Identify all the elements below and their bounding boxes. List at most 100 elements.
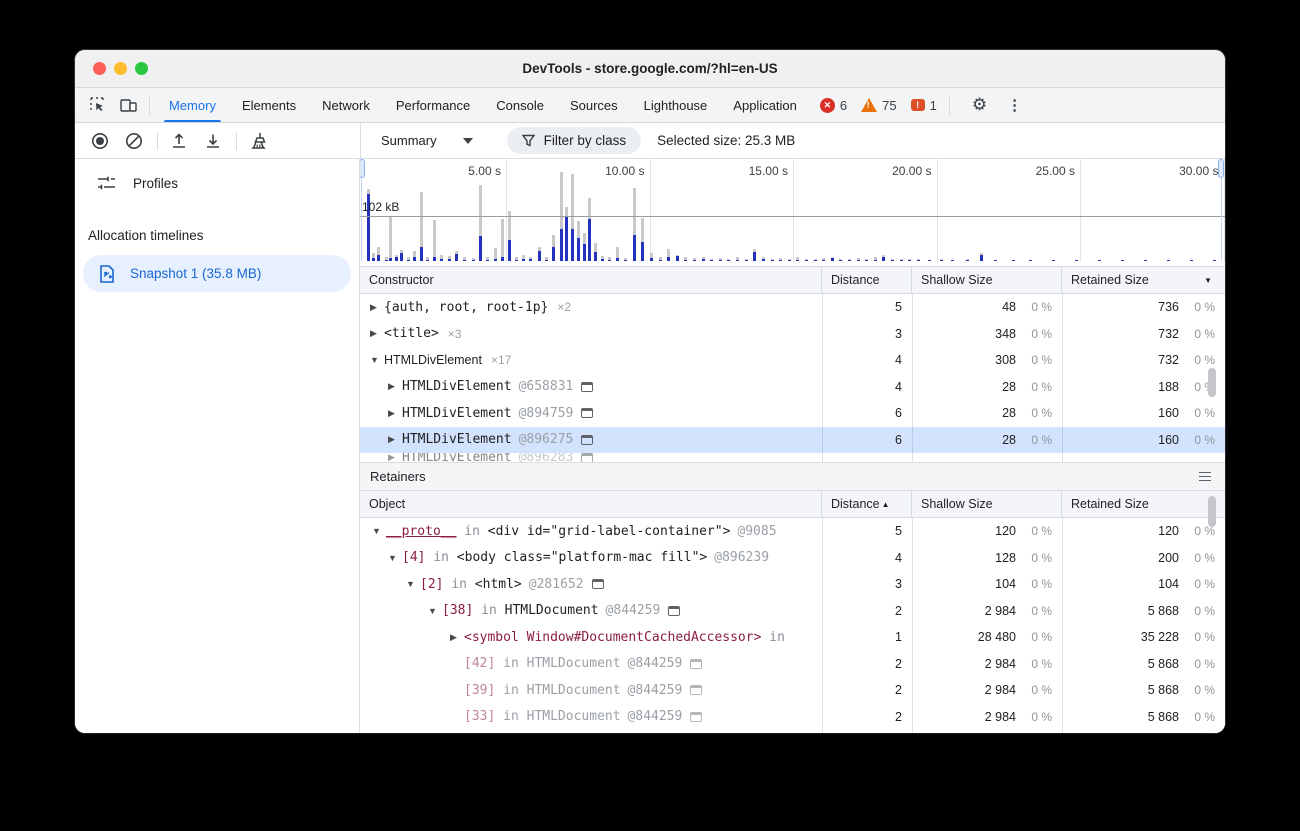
column-header-shallow-size[interactable]: Shallow Size: [912, 267, 1062, 293]
live-bar: [571, 229, 574, 261]
collapse-icon[interactable]: ▼: [370, 355, 384, 365]
retainers-menu-icon[interactable]: [1195, 468, 1215, 486]
live-bar: [552, 247, 555, 261]
constructor-scrollbar-thumb[interactable]: [1208, 368, 1216, 397]
constructor-grid-body: ▶ {auth, root, root-1p} ×2 5 480 % 7360 …: [360, 294, 1225, 462]
live-bar: [796, 260, 799, 261]
live-bar: [420, 247, 423, 261]
device-toolbar-icon[interactable]: [113, 88, 143, 122]
column-header-constructor[interactable]: Constructor: [360, 267, 822, 293]
tab-sources[interactable]: Sources: [557, 88, 631, 122]
selection-left-handle[interactable]: [360, 159, 365, 178]
expand-icon[interactable]: ▶: [388, 434, 402, 445]
instance-row-selected[interactable]: ▶ HTMLDivElement @896275 6 280 % 1600 %: [360, 427, 1225, 454]
retainers-grid-header: Object Distance▲ Shallow Size Retained S…: [360, 491, 1225, 518]
live-bar: [857, 260, 860, 261]
tab-memory[interactable]: Memory: [156, 88, 229, 122]
column-header-distance[interactable]: Distance: [822, 267, 912, 293]
record-heap-icon[interactable]: [87, 128, 113, 154]
error-count: 6: [840, 98, 847, 113]
expand-icon[interactable]: ▶: [388, 381, 402, 392]
constructor-row[interactable]: ▶ {auth, root, root-1p} ×2 5 480 % 7360 …: [360, 294, 1225, 321]
save-profile-icon[interactable]: [200, 128, 226, 154]
clear-profiles-icon[interactable]: [121, 128, 147, 154]
tab-performance[interactable]: Performance: [383, 88, 483, 122]
constructor-row-expanded[interactable]: ▼ HTMLDivElement ×17 4 3080 % 7320 %: [360, 347, 1225, 374]
retainer-row[interactable]: ▼ __proto__ in <div id="grid-label-conta…: [360, 518, 1225, 545]
tab-network[interactable]: Network: [309, 88, 383, 122]
column-header-distance[interactable]: Distance▲: [822, 491, 912, 517]
close-window-button[interactable]: [93, 62, 106, 75]
live-bar: [762, 259, 765, 261]
tab-lighthouse[interactable]: Lighthouse: [631, 88, 721, 122]
reveal-in-elements-icon[interactable]: [690, 685, 702, 695]
column-header-retained-size[interactable]: Retained Size: [1062, 491, 1225, 517]
settings-gear-icon[interactable]: ⚙: [962, 95, 997, 115]
tab-application[interactable]: Application: [720, 88, 810, 122]
live-bar: [994, 260, 997, 261]
live-bar: [702, 259, 705, 261]
retainer-row-dimmed[interactable]: [33] in HTMLDocument@844259 2 2 9840 % 5…: [360, 704, 1225, 731]
expand-icon[interactable]: ▶: [370, 302, 384, 313]
reveal-in-elements-icon[interactable]: [581, 382, 593, 392]
expand-icon[interactable]: ▶: [388, 408, 402, 419]
load-profile-icon[interactable]: [166, 128, 192, 154]
snapshot-item[interactable]: Snapshot 1 (35.8 MB): [83, 255, 351, 292]
constructor-row[interactable]: ▶ <title> ×3 3 3480 % 7320 %: [360, 321, 1225, 348]
instance-row-clipped[interactable]: ▶ HTMLDivElement @896283: [360, 453, 1225, 462]
collapse-icon[interactable]: ▼: [372, 526, 386, 536]
live-bar: [771, 260, 774, 261]
collapse-icon[interactable]: ▼: [428, 606, 442, 616]
warnings-badge[interactable]: 75: [861, 98, 896, 113]
collapse-icon[interactable]: ▼: [388, 553, 402, 563]
live-bar: [372, 258, 375, 261]
instance-row[interactable]: ▶ HTMLDivElement @894759 6 280 % 1600 %: [360, 400, 1225, 427]
tab-console[interactable]: Console: [483, 88, 557, 122]
column-header-shallow-size[interactable]: Shallow Size: [912, 491, 1062, 517]
live-bar: [882, 257, 885, 262]
minimize-window-button[interactable]: [114, 62, 127, 75]
retainer-row[interactable]: ▼ [2] in <html>@281652 3 1040 % 1040 %: [360, 571, 1225, 598]
reveal-in-elements-icon[interactable]: [690, 659, 702, 669]
tab-elements[interactable]: Elements: [229, 88, 309, 122]
reveal-in-elements-icon[interactable]: [690, 712, 702, 722]
issues-badge[interactable]: ! 1: [911, 98, 937, 113]
live-bar: [385, 260, 388, 261]
live-bar: [667, 257, 670, 262]
profiles-header[interactable]: Profiles: [75, 159, 359, 192]
column-header-object[interactable]: Object: [360, 491, 822, 517]
live-bar: [389, 258, 392, 261]
retainer-row-dimmed[interactable]: [39] in HTMLDocument@844259 2 2 9840 % 5…: [360, 677, 1225, 704]
class-filter-input[interactable]: Filter by class: [507, 127, 642, 154]
expand-icon[interactable]: ▶: [450, 632, 464, 643]
live-bar: [633, 235, 636, 261]
reveal-in-elements-icon[interactable]: [592, 579, 604, 589]
live-bar: [407, 260, 410, 261]
allocation-timeline-chart[interactable]: 5.00 s10.00 s15.00 s20.00 s25.00 s30.00 …: [360, 159, 1225, 267]
profiles-label: Profiles: [133, 176, 178, 191]
live-bar: [400, 253, 403, 261]
retainer-row[interactable]: ▶ <symbol Window#DocumentCachedAccessor>…: [360, 624, 1225, 651]
reveal-in-elements-icon[interactable]: [581, 435, 593, 445]
warning-count: 75: [882, 98, 896, 113]
errors-badge[interactable]: ✕ 6: [820, 98, 847, 113]
retainer-row[interactable]: ▼ [4] in <body class="platform-mac fill"…: [360, 545, 1225, 572]
reveal-in-elements-icon[interactable]: [581, 408, 593, 418]
column-header-retained-size[interactable]: Retained Size ▼: [1062, 267, 1225, 293]
retainer-row[interactable]: ▼ [38] in HTMLDocument@844259 2 2 9840 %…: [360, 598, 1225, 625]
collapse-icon[interactable]: ▼: [406, 579, 420, 589]
inspect-element-icon[interactable]: [83, 88, 113, 122]
retainer-row-dimmed[interactable]: [42] in HTMLDocument@844259 2 2 9840 % 5…: [360, 651, 1225, 678]
selection-right-handle[interactable]: [1218, 159, 1224, 178]
perspective-select[interactable]: Summary: [373, 133, 481, 148]
traffic-lights: [93, 62, 148, 75]
more-options-icon[interactable]: ⋮: [997, 96, 1032, 114]
reveal-in-elements-icon[interactable]: [668, 606, 680, 616]
retainers-scrollbar-thumb[interactable]: [1208, 496, 1216, 527]
clear-all-broom-icon[interactable]: [245, 128, 271, 154]
expand-icon[interactable]: ▶: [370, 328, 384, 339]
zoom-window-button[interactable]: [135, 62, 148, 75]
instance-row[interactable]: ▶ HTMLDivElement @658831 4 280 % 1880 %: [360, 374, 1225, 401]
memory-toolbar: Summary Filter by class Selected size: 2…: [75, 123, 1225, 159]
live-bar: [736, 260, 739, 261]
